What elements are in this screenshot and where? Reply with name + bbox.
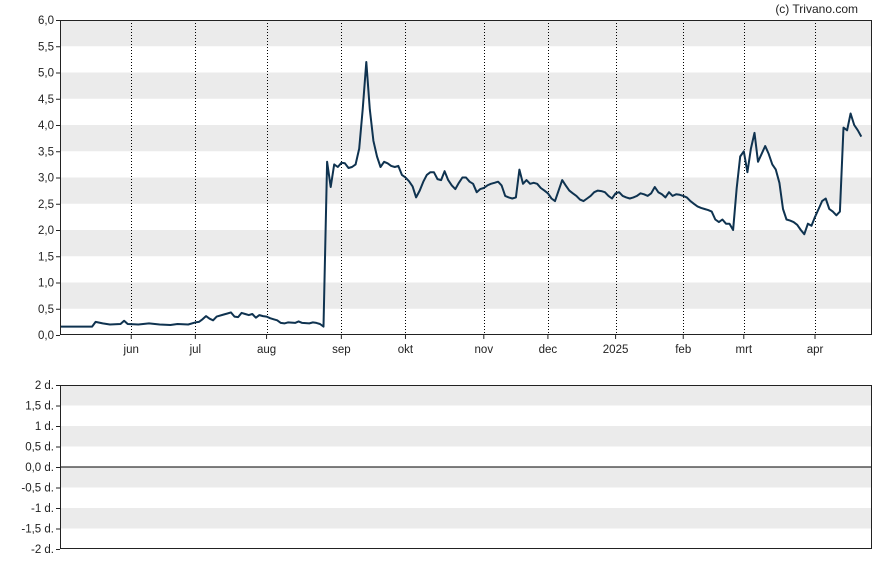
grid-band (60, 282, 872, 309)
x-tick-label: jul (189, 344, 202, 356)
y-tick-label: 3,0 (38, 173, 54, 185)
y-tick-label: 1,5 (38, 251, 54, 263)
x-tick-label: nov (475, 344, 494, 356)
y-tick-label: 5,0 (38, 68, 54, 80)
grid-band (60, 72, 872, 99)
y-tick-label: 1 d. (35, 421, 54, 433)
grid-band (60, 508, 872, 529)
price-panel: 0,0 0,5 1,0 1,5 2,0 2,5 3,0 3,5 4,0 4,5 5,0 5,5 6,0 j… (38, 15, 872, 356)
x-tick-label: dec (539, 344, 558, 356)
grid-band (60, 20, 872, 47)
y-tick-label: 0,5 (38, 304, 54, 316)
indicator-panel: -2 d. -1,5 d. -1 d. -0,5 d. 0,0 d. 0,5 d. 1 d.… (21, 380, 872, 556)
y-tick-label: 1,0 (38, 278, 54, 290)
x-tick-label: mrt (735, 344, 752, 356)
y-tick-label: -0,5 d. (21, 483, 54, 495)
x-tick-label: aug (257, 344, 276, 356)
price-chart: 0,0 0,5 1,0 1,5 2,0 2,5 3,0 3,5 4,0 4,5 5,0 5,5 6,0 j… (21, 15, 872, 556)
x-tick-label: okt (398, 344, 414, 356)
x-tick-label: jun (123, 344, 139, 356)
y-tick-label: 0,0 (38, 330, 54, 342)
y-tick-label: 0,0 d. (25, 462, 54, 474)
grid-band (60, 426, 872, 447)
y-tick-label: 2,0 (38, 225, 54, 237)
x-tick-label: feb (675, 344, 691, 356)
grid-band (60, 230, 872, 257)
y-tick-label: 6,0 (38, 15, 54, 27)
grid-band (60, 467, 872, 488)
y-tick-label: 2 d. (35, 380, 54, 392)
grid-band (60, 177, 872, 204)
x-tick-label: sep (332, 344, 351, 356)
y-tick-label: 1,5 d. (25, 401, 54, 413)
y-tick-label: 4,5 (38, 94, 54, 106)
y-tick-label: -1,5 d. (21, 524, 54, 536)
x-tick-label: apr (807, 344, 824, 356)
y-tick-label: -2 d. (31, 544, 54, 556)
y-tick-label: -1 d. (31, 503, 54, 515)
y-tick-label: 5,5 (38, 41, 54, 53)
y-tick-label: 2,5 (38, 199, 54, 211)
y-tick-label: 3,5 (38, 146, 54, 158)
grid-band (60, 385, 872, 406)
y-tick-label: 4,0 (38, 120, 54, 132)
y-tick-label: 0,5 d. (25, 442, 54, 454)
x-tick-label: 2025 (603, 344, 629, 356)
